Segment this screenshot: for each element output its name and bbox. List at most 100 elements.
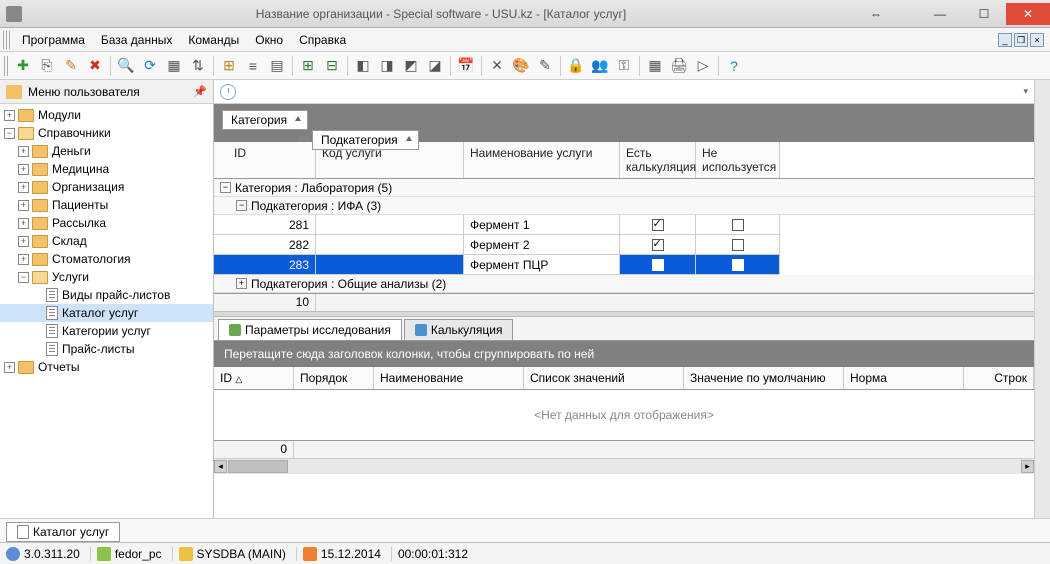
columns-button[interactable]: ▤ [266,55,288,77]
tree-pricelists[interactable]: Прайс-листы [0,340,213,358]
data-row[interactable]: 282 Фермент 2 [214,235,1034,255]
tab-params[interactable]: Параметры исследования [218,319,402,340]
menu-commands[interactable]: Команды [180,28,247,52]
close-button[interactable]: ✕ [1006,3,1050,25]
tree-money[interactable]: +Деньги [0,142,213,160]
col-id[interactable]: ID [214,142,316,178]
document-tabs: Каталог услуг [0,518,1050,542]
checkbox-icon [652,219,664,231]
tree-patients[interactable]: +Пациенты [0,196,213,214]
content-toolbar: ▾ [214,80,1034,104]
tree-mailing[interactable]: +Рассылка [0,214,213,232]
dropdown-icon[interactable]: ▾ [1023,86,1028,97]
filter-button[interactable]: ▦ [163,55,185,77]
tree-medicine[interactable]: +Медицина [0,160,213,178]
minimize-button[interactable]: — [918,3,962,25]
group-chip-category[interactable]: Категория [222,110,308,130]
tree-categories[interactable]: Категории услуг [0,322,213,340]
clock-icon[interactable] [220,84,236,100]
col-calc[interactable]: Есть калькуляция [620,142,696,178]
lock-button[interactable]: 🔒 [565,55,587,77]
maximize-button[interactable]: ☐ [962,3,1006,25]
menubar-grip[interactable] [3,31,11,49]
tools-button[interactable]: ✕ [486,55,508,77]
toolbar-grip[interactable] [4,56,10,76]
delete-button[interactable]: ✖ [84,55,106,77]
tree-warehouse[interactable]: +Склад [0,232,213,250]
tree-catalog[interactable]: Каталог услуг [0,304,213,322]
col-name[interactable]: Наименование услуги [464,142,620,178]
h-scrollbar[interactable]: ◂ ▸ [214,458,1034,474]
dcol-name[interactable]: Наименование [374,367,524,389]
list-button[interactable]: ≡ [242,55,264,77]
menu-help[interactable]: Справка [291,28,354,52]
group-row-common[interactable]: +Подкатегория : Общие анализы (2) [214,275,1034,293]
col-unused[interactable]: Не используется [696,142,780,178]
print-button[interactable]: 🖨 [668,55,690,77]
menu-database[interactable]: База данных [93,28,180,52]
sort-button[interactable]: ⇅ [187,55,209,77]
group-row-lab[interactable]: −Категория : Лаборатория (5) [214,179,1034,197]
tree-price-types[interactable]: Виды прайс-листов [0,286,213,304]
dcol-values[interactable]: Список значений [524,367,684,389]
import-xls-button[interactable]: ⊟ [321,55,343,77]
sidebar: Меню пользователя 📌 +Модули −Справочники… [0,80,214,518]
copy-button[interactable]: ⎘ [36,55,58,77]
preview-button[interactable]: ▷ [692,55,714,77]
scroll-right-icon[interactable]: ▸ [1021,460,1034,473]
notes-button[interactable]: ✎ [534,55,556,77]
dcol-order[interactable]: Порядок [294,367,374,389]
tab-calc[interactable]: Калькуляция [404,319,514,340]
v-scrollbar[interactable] [1034,80,1050,518]
menu-window[interactable]: Окно [247,28,291,52]
group-drop-hint[interactable]: Перетащите сюда заголовок колонки, чтобы… [214,341,1034,367]
detail-footer: 0 [214,440,1034,458]
data-row-selected[interactable]: 283 Фермент ПЦР [214,255,1034,275]
mdi-restore-button[interactable]: ❐ [1014,33,1028,47]
dcol-norm[interactable]: Норма [844,367,964,389]
status-host: fedor_pc [115,547,162,561]
group-row-ifa[interactable]: −Подкатегория : ИФА (3) [214,197,1034,215]
action2-button[interactable]: ◨ [376,55,398,77]
action3-button[interactable]: ◩ [400,55,422,77]
add-button[interactable]: ✚ [12,55,34,77]
calendar-button[interactable]: 📅 [455,55,477,77]
iconify-button[interactable]: ⇔ [854,3,898,25]
key-button[interactable]: ⚿ [613,55,635,77]
toolbar: ✚ ⎘ ✎ ✖ 🔍 ⟳ ▦ ⇅ ⊞ ≡ ▤ ⊞ ⊟ ◧ ◨ ◩ ◪ 📅 ✕ 🎨 … [0,52,1050,80]
tree-directories[interactable]: −Справочники [0,124,213,142]
tree-stomatology[interactable]: +Стоматология [0,250,213,268]
export-xls-button[interactable]: ⊞ [297,55,319,77]
dcol-default[interactable]: Значение по умолчанию [684,367,844,389]
group-chip-subcategory[interactable]: Подкатегория [312,130,419,150]
action1-button[interactable]: ◧ [352,55,374,77]
mdi-close-button[interactable]: × [1030,33,1044,47]
scroll-left-icon[interactable]: ◂ [214,460,227,473]
scroll-thumb[interactable] [228,460,288,473]
refresh-button[interactable]: ⟳ [139,55,161,77]
pin-icon[interactable]: 📌 [193,85,207,98]
dcol-id[interactable]: ID △ [214,367,294,389]
data-row[interactable]: 281 Фермент 1 [214,215,1034,235]
tree-reports[interactable]: +Отчеты [0,358,213,376]
grid-footer: 10 [214,293,1034,311]
dcol-rows[interactable]: Строк [964,367,1034,389]
tree-organization[interactable]: +Организация [0,178,213,196]
edit-button[interactable]: ✎ [60,55,82,77]
tree-button[interactable]: ⊞ [218,55,240,77]
doc-tab-catalog[interactable]: Каталог услуг [6,522,120,542]
checkbox-icon [652,259,664,271]
grid-button[interactable]: ▦ [644,55,666,77]
palette-button[interactable]: 🎨 [510,55,532,77]
search-button[interactable]: 🔍 [115,55,137,77]
tree-services[interactable]: −Услуги [0,268,213,286]
checkbox-icon [732,239,744,251]
action4-button[interactable]: ◪ [424,55,446,77]
mdi-min-button[interactable]: _ [998,33,1012,47]
titlebar: Название организации - Special software … [0,0,1050,28]
users-button[interactable]: 👥 [589,55,611,77]
tree-modules[interactable]: +Модули [0,106,213,124]
help-button[interactable]: ? [723,55,745,77]
menu-program[interactable]: Программа [14,28,93,52]
group-by-zone[interactable]: Категория Подкатегория [214,104,1034,142]
